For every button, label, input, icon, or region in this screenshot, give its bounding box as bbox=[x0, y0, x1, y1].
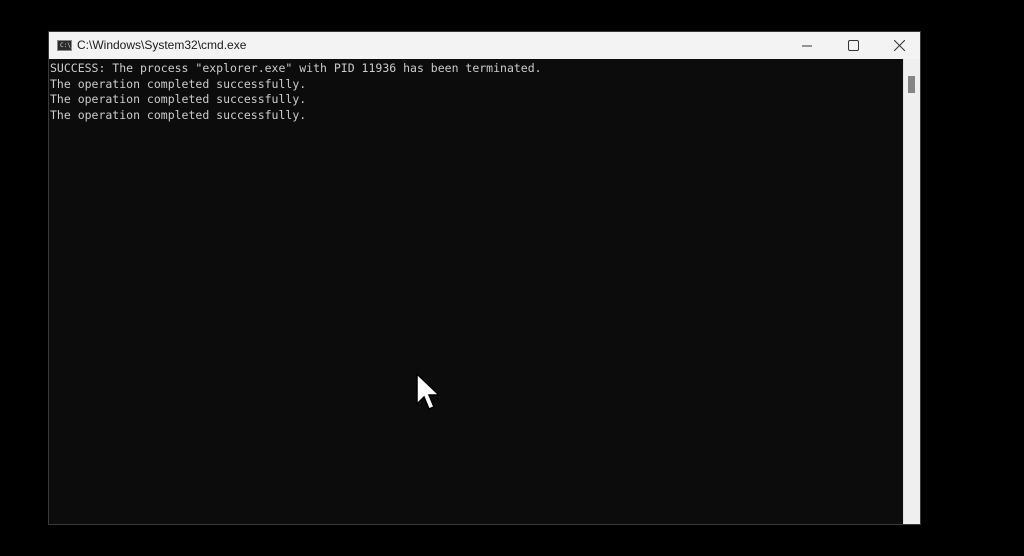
console-line: SUCCESS: The process "explorer.exe" with… bbox=[50, 61, 542, 75]
mouse-pointer-icon bbox=[416, 372, 441, 410]
console-output[interactable]: SUCCESS: The process "explorer.exe" with… bbox=[49, 59, 904, 524]
console-line: The operation completed successfully. bbox=[50, 76, 307, 91]
maximize-icon bbox=[847, 40, 859, 51]
title-bar[interactable]: C:\_ C:\Windows\System32\cmd.exe bbox=[49, 32, 920, 59]
scrollbar-thumb[interactable] bbox=[908, 76, 915, 93]
console-line: The operation completed successfully. bbox=[50, 92, 307, 106]
minimize-icon bbox=[802, 45, 812, 46]
minimize-button[interactable] bbox=[784, 32, 830, 59]
maximize-button[interactable] bbox=[830, 32, 876, 59]
close-icon bbox=[893, 40, 905, 51]
cmd-window: C:\_ C:\Windows\System32\cmd.exe SUCCESS… bbox=[48, 31, 921, 525]
cmd-icon: C:\_ bbox=[57, 40, 74, 51]
vertical-scrollbar[interactable] bbox=[903, 59, 920, 524]
window-title: C:\Windows\System32\cmd.exe bbox=[77, 38, 247, 52]
close-button[interactable] bbox=[876, 32, 922, 59]
console-line: The operation completed successfully. bbox=[50, 107, 307, 122]
